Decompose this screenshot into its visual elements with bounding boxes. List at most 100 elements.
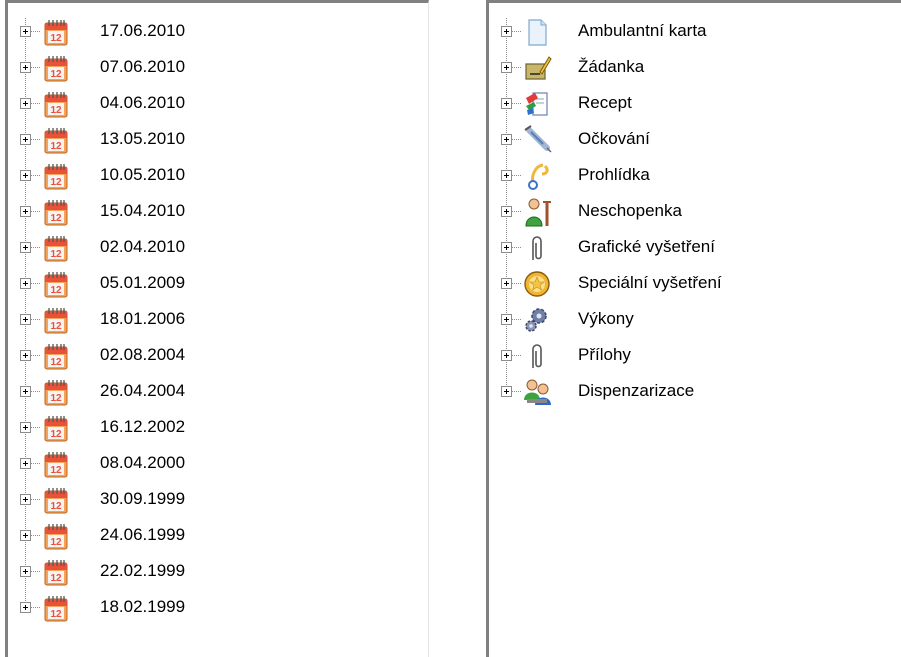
date-tree-item[interactable]: 12 17.06.2010: [8, 14, 428, 50]
date-tree-item[interactable]: 12 13.05.2010: [8, 122, 428, 158]
expand-plus-icon[interactable]: [20, 62, 31, 73]
calendar-icon: 12: [40, 88, 72, 120]
expand-plus-icon[interactable]: [501, 278, 512, 289]
svg-text:12: 12: [50, 105, 62, 116]
date-tree-item-label: 18.02.1999: [100, 597, 186, 616]
calendar-icon: 12: [40, 16, 72, 48]
category-tree-item[interactable]: Speciální vyšetření: [489, 266, 901, 302]
tree-connector: [511, 211, 521, 212]
category-tree-item[interactable]: Prohlídka: [489, 158, 901, 194]
date-tree-item[interactable]: 12 05.01.2009: [8, 266, 428, 302]
date-tree-item[interactable]: 12 15.04.2010: [8, 194, 428, 230]
calendar-icon: 12: [40, 376, 72, 408]
date-tree-item[interactable]: 12 18.02.1999: [8, 590, 428, 626]
expand-plus-icon[interactable]: [20, 422, 31, 433]
category-tree-item[interactable]: Dispenzarizace: [489, 374, 901, 410]
people-icon: [521, 376, 553, 408]
expand-plus-icon[interactable]: [20, 386, 31, 397]
date-tree-item-label: 24.06.1999: [100, 525, 186, 544]
expand-plus-icon[interactable]: [20, 350, 31, 361]
expand-plus-icon[interactable]: [501, 206, 512, 217]
expand-plus-icon[interactable]: [20, 98, 31, 109]
expand-plus-icon[interactable]: [501, 170, 512, 181]
svg-text:12: 12: [50, 357, 62, 368]
svg-text:12: 12: [50, 393, 62, 404]
category-tree-item[interactable]: Výkony: [489, 302, 901, 338]
calendar-icon: 12: [40, 484, 72, 516]
date-tree-item-label: 10.05.2010: [100, 165, 186, 184]
calendar-icon: 12: [40, 520, 72, 552]
category-tree-item[interactable]: Žádanka: [489, 50, 901, 86]
expand-plus-icon[interactable]: [20, 314, 31, 325]
expand-plus-icon[interactable]: [20, 206, 31, 217]
expand-plus-icon[interactable]: [501, 350, 512, 361]
category-tree-item[interactable]: Ambulantní karta: [489, 14, 901, 50]
date-tree-item-label: 16.12.2002: [100, 417, 186, 436]
date-tree-item[interactable]: 12 07.06.2010: [8, 50, 428, 86]
date-tree-item-label: 18.01.2006: [100, 309, 186, 328]
tree-connector: [30, 31, 40, 32]
date-tree-item[interactable]: 12 02.08.2004: [8, 338, 428, 374]
tree-connector: [511, 283, 521, 284]
category-tree-item-label: Dispenzarizace: [578, 381, 695, 400]
date-tree-item-label: 04.06.2010: [100, 93, 186, 112]
calendar-icon: 12: [40, 232, 72, 264]
expand-plus-icon[interactable]: [20, 242, 31, 253]
tree-connector: [511, 319, 521, 320]
category-tree-item[interactable]: Grafické vyšetření: [489, 230, 901, 266]
paperclip-icon: [521, 340, 553, 372]
tree-connector: [30, 463, 40, 464]
expand-plus-icon[interactable]: [20, 602, 31, 613]
category-tree-item[interactable]: Přílohy: [489, 338, 901, 374]
calendar-icon: 12: [40, 448, 72, 480]
date-tree-item-label: 17.06.2010: [100, 21, 186, 40]
expand-plus-icon[interactable]: [20, 134, 31, 145]
expand-plus-icon[interactable]: [501, 134, 512, 145]
expand-plus-icon[interactable]: [20, 170, 31, 181]
expand-plus-icon[interactable]: [20, 458, 31, 469]
date-tree-item[interactable]: 12 04.06.2010: [8, 86, 428, 122]
category-tree-item[interactable]: Očkování: [489, 122, 901, 158]
dates-tree: 12 17.06.2010 12 07.06.2010 12 04.06.2010 12 13…: [8, 3, 428, 657]
category-tree-item[interactable]: Neschopenka: [489, 194, 901, 230]
date-tree-item[interactable]: 12 16.12.2002: [8, 410, 428, 446]
category-tree-item[interactable]: Recept: [489, 86, 901, 122]
category-tree-item-label: Neschopenka: [578, 201, 682, 220]
expand-plus-icon[interactable]: [20, 278, 31, 289]
expand-plus-icon[interactable]: [20, 530, 31, 541]
date-tree-item[interactable]: 12 22.02.1999: [8, 554, 428, 590]
expand-plus-icon[interactable]: [20, 26, 31, 37]
expand-plus-icon[interactable]: [20, 494, 31, 505]
tree-connector: [30, 427, 40, 428]
date-tree-item-label: 02.04.2010: [100, 237, 186, 256]
date-tree-item[interactable]: 12 08.04.2000: [8, 446, 428, 482]
expand-plus-icon[interactable]: [501, 314, 512, 325]
date-tree-item[interactable]: 12 24.06.1999: [8, 518, 428, 554]
tree-connector: [30, 571, 40, 572]
expand-plus-icon[interactable]: [20, 566, 31, 577]
tree-connector: [30, 211, 40, 212]
svg-text:12: 12: [50, 537, 62, 548]
svg-text:12: 12: [50, 249, 62, 260]
category-tree-item-label: Recept: [578, 93, 632, 112]
date-tree-item-label: 02.08.2004: [100, 345, 186, 364]
expand-plus-icon[interactable]: [501, 98, 512, 109]
date-tree-item[interactable]: 12 10.05.2010: [8, 158, 428, 194]
calendar-icon: 12: [40, 340, 72, 372]
prescription-icon: [521, 88, 553, 120]
date-tree-item-label: 13.05.2010: [100, 129, 186, 148]
expand-plus-icon[interactable]: [501, 62, 512, 73]
date-tree-item-label: 07.06.2010: [100, 57, 186, 76]
tree-connector: [511, 175, 521, 176]
calendar-icon: 12: [40, 304, 72, 336]
expand-plus-icon[interactable]: [501, 26, 512, 37]
date-tree-item[interactable]: 12 02.04.2010: [8, 230, 428, 266]
expand-plus-icon[interactable]: [501, 386, 512, 397]
tree-connector: [30, 355, 40, 356]
expand-plus-icon[interactable]: [501, 242, 512, 253]
date-tree-item[interactable]: 12 18.01.2006: [8, 302, 428, 338]
date-tree-item[interactable]: 12 26.04.2004: [8, 374, 428, 410]
tree-connector: [30, 283, 40, 284]
svg-text:12: 12: [50, 177, 62, 188]
date-tree-item[interactable]: 12 30.09.1999: [8, 482, 428, 518]
